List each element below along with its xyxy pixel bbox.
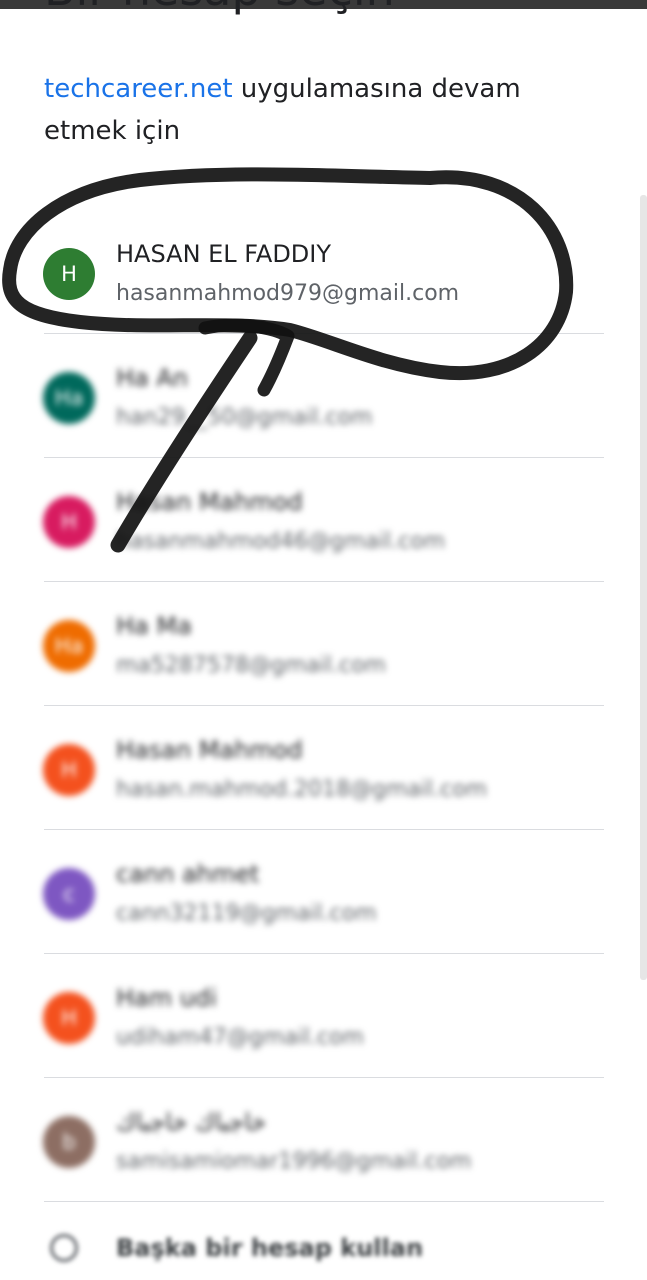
avatar: H <box>43 744 95 796</box>
app-link[interactable]: techcareer.net <box>44 74 233 104</box>
subtitle: techcareer.net uygulamasına devam etmek … <box>44 68 564 152</box>
account-item[interactable]: b خاجباك خاجباك samisamiomar1996@gmail.c… <box>0 1078 647 1202</box>
account-email: hasan.mahmod.2018@gmail.com <box>116 777 488 802</box>
person-add-icon <box>50 1234 78 1262</box>
avatar: Ha <box>43 620 95 672</box>
account-item[interactable]: H Ham udi udiham47@gmail.com <box>0 954 647 1078</box>
account-email: udiham47@gmail.com <box>116 1025 364 1050</box>
account-name: cann ahmet <box>116 860 260 888</box>
account-name: HASAN EL FADDIY <box>116 240 332 268</box>
avatar: H <box>43 248 95 300</box>
divider <box>44 1201 604 1202</box>
account-item[interactable]: H Hasan Mahmod hasan.mahmod.2018@gmail.c… <box>0 706 647 830</box>
account-item[interactable]: c cann ahmet cann32119@gmail.com <box>0 830 647 954</box>
page-title: Bir hesap seçin <box>44 0 395 16</box>
account-email: han29__50@gmail.com <box>116 405 373 430</box>
account-name: Hasan Mahmod <box>116 488 303 516</box>
account-email: hasanmahmod46@gmail.com <box>116 529 446 554</box>
account-name: Ha Ma <box>116 612 192 640</box>
use-another-account-button[interactable]: Başka bir hesap kullan <box>0 1210 647 1280</box>
account-name: Hasan Mahmod <box>116 736 303 764</box>
avatar: Ha <box>43 372 95 424</box>
account-item[interactable]: H HASAN EL FADDIY hasanmahmod979@gmail.c… <box>0 210 647 334</box>
account-item[interactable]: Ha Ha Ma ma5287578@gmail.com <box>0 582 647 706</box>
avatar: c <box>43 868 95 920</box>
account-email: hasanmahmod979@gmail.com <box>116 281 460 306</box>
use-another-account-label: Başka bir hesap kullan <box>116 1234 424 1262</box>
account-item[interactable]: H Hasan Mahmod hasanmahmod46@gmail.com <box>0 458 647 582</box>
account-email: cann32119@gmail.com <box>116 901 377 926</box>
avatar: H <box>43 992 95 1044</box>
account-name: خاجباك خاجباك <box>116 1108 267 1136</box>
account-name: Ha An <box>116 364 189 392</box>
account-email: ma5287578@gmail.com <box>116 653 386 678</box>
avatar: b <box>43 1116 95 1168</box>
account-item[interactable]: Ha Ha An han29__50@gmail.com <box>0 334 647 458</box>
account-email: samisamiomar1996@gmail.com <box>116 1149 472 1174</box>
account-name: Ham udi <box>116 984 217 1012</box>
avatar: H <box>43 496 95 548</box>
